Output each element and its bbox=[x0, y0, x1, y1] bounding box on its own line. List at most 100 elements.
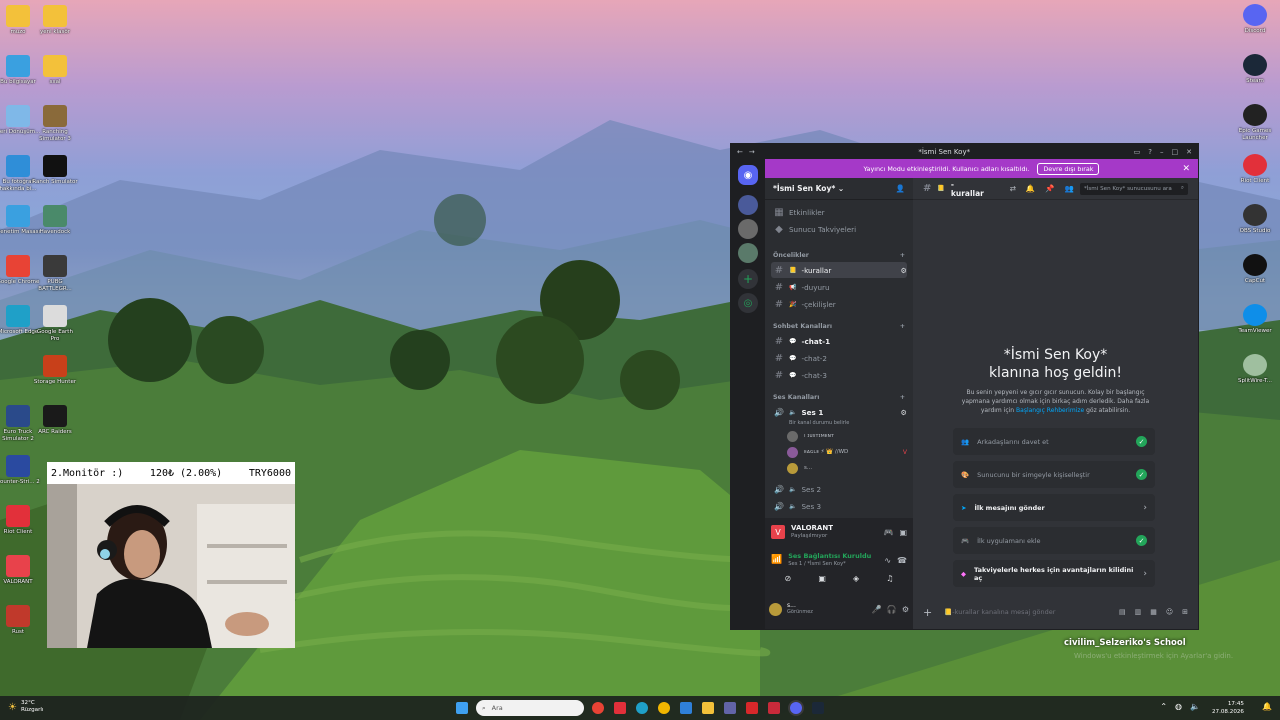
voice-user[interactable]: s... bbox=[787, 461, 907, 475]
gif-icon[interactable]: ▥ bbox=[1135, 608, 1142, 616]
desktop-icon[interactable]: Rust bbox=[0, 605, 41, 636]
microphone-icon[interactable]: 🎤 bbox=[872, 605, 882, 614]
app-icon[interactable] bbox=[746, 702, 758, 714]
activities-icon[interactable]: ◈ bbox=[853, 574, 859, 583]
add-channel-icon[interactable]: + bbox=[900, 323, 905, 330]
gift-icon[interactable]: ▤ bbox=[1119, 608, 1126, 616]
valorant-icon[interactable] bbox=[768, 702, 780, 714]
add-channel-icon[interactable]: + bbox=[900, 252, 905, 259]
desktop-icon[interactable]: Counter-Stri... 2 bbox=[0, 455, 41, 486]
server-header[interactable]: *İsmi Sen Koy* ⌄ 👤 bbox=[765, 178, 913, 200]
add-server-icon[interactable]: + bbox=[738, 269, 758, 289]
screen-share-icon[interactable]: ▣ bbox=[818, 574, 826, 583]
windows-start-icon[interactable] bbox=[456, 702, 468, 714]
soundboard-icon[interactable]: ♫ bbox=[886, 574, 893, 583]
inbox-icon[interactable]: ▭ bbox=[1134, 148, 1141, 156]
file-explorer-icon[interactable] bbox=[702, 702, 714, 714]
channel-chat-1[interactable]: # 💬 -chat-1 bbox=[771, 333, 907, 349]
close-button[interactable]: ✕ bbox=[1186, 148, 1192, 156]
add-channel-icon[interactable]: + bbox=[900, 394, 905, 401]
search-input[interactable]: *İsmi Sen Koy* sunucusunu ara ⌕ bbox=[1079, 182, 1188, 195]
message-input[interactable]: 📒-kurallar kanalına mesaj gönder bbox=[944, 608, 1055, 616]
user-panel[interactable]: s... Görünmez 🎤 🎧 ⚙ bbox=[769, 602, 909, 616]
noise-suppression-icon[interactable]: ∿ bbox=[884, 556, 891, 565]
desktop-icon[interactable]: sxal bbox=[32, 55, 78, 86]
chrome-icon[interactable] bbox=[658, 702, 670, 714]
desktop-icon[interactable]: SplitWire-T... bbox=[1232, 354, 1278, 385]
channel-chat-2[interactable]: # 💬 -chat-2 bbox=[771, 350, 907, 366]
task-invite-friends[interactable]: 👥 Arkadaşlarını davet et ✓ bbox=[953, 428, 1155, 455]
edge-icon[interactable] bbox=[636, 702, 648, 714]
teams-icon[interactable] bbox=[724, 702, 736, 714]
task-boost[interactable]: ◆ Takviyelerle herkes için avantajların … bbox=[953, 560, 1155, 587]
server-icon[interactable] bbox=[738, 243, 758, 263]
system-clock[interactable]: 17:45 27.08.2026 bbox=[1212, 700, 1244, 716]
chevron-up-icon[interactable]: ⌃ bbox=[1160, 702, 1167, 711]
sticker-icon[interactable]: ▦ bbox=[1150, 608, 1157, 616]
desktop-icon[interactable]: Steam bbox=[1232, 54, 1278, 85]
help-icon[interactable]: ? bbox=[1148, 148, 1152, 156]
headphones-icon[interactable]: 🎧 bbox=[887, 605, 897, 614]
task-first-app[interactable]: 🎮 İlk uygulamanı ekle ✓ bbox=[953, 527, 1155, 554]
voice-connection-panel[interactable]: 📶 Ses Bağlantısı Kuruldu Ses 1 / *İsmi S… bbox=[771, 552, 907, 568]
gamepad-icon[interactable]: 🎮 bbox=[883, 528, 893, 537]
voice-channel-ses-1[interactable]: 🔊 🔈 Ses 1 ⚙ bbox=[771, 404, 907, 420]
desktop-icon[interactable]: OBS Studio bbox=[1232, 204, 1278, 235]
desktop-icon[interactable]: Discord bbox=[1232, 4, 1278, 35]
threads-icon[interactable]: ⇄ bbox=[1010, 184, 1016, 193]
desktop-icon[interactable]: Storage Hunter bbox=[32, 355, 78, 386]
desktop-icon[interactable]: Havendock bbox=[32, 205, 78, 236]
channel-cekilisler[interactable]: # 🎉 -çekilişler bbox=[771, 296, 907, 312]
server-boosts-item[interactable]: ◆ Sunucu Takviyeleri bbox=[771, 221, 907, 237]
desktop-icon[interactable]: ARC Raiders bbox=[32, 405, 78, 436]
desktop-icon[interactable]: Ranching Simulator 3 bbox=[32, 105, 78, 142]
gear-icon[interactable]: ⚙ bbox=[902, 605, 909, 614]
channel-chat-3[interactable]: # 💬 -chat-3 bbox=[771, 367, 907, 383]
discord-home-icon[interactable]: ◉ bbox=[738, 165, 758, 185]
message-composer[interactable]: + 📒-kurallar kanalına mesaj gönder ▤ ▥ ▦… bbox=[923, 601, 1188, 623]
members-icon[interactable]: 👥 bbox=[1065, 184, 1074, 193]
desktop-icon[interactable]: Riot Client bbox=[0, 505, 41, 536]
desktop-icon[interactable]: VALORANT bbox=[0, 555, 41, 586]
channel-status-hint[interactable]: Bir kanal durumu belirle bbox=[789, 420, 849, 426]
explore-icon[interactable]: ◎ bbox=[738, 293, 758, 313]
weather-widget[interactable]: ☀ 32°C Rüzgarlı bbox=[8, 700, 43, 714]
minimize-button[interactable]: – bbox=[1160, 148, 1164, 156]
channel-settings-icon[interactable]: ⚙ bbox=[901, 408, 907, 417]
desktop-icon[interactable]: Epic Games Launcher bbox=[1232, 104, 1278, 141]
desktop-icon[interactable]: Ranch Simulator bbox=[32, 155, 78, 186]
back-arrow-icon[interactable]: ← bbox=[737, 148, 743, 156]
server-icon[interactable] bbox=[738, 195, 758, 215]
invite-people-icon[interactable]: 👤 bbox=[896, 184, 905, 193]
disconnect-icon[interactable]: ☎ bbox=[897, 556, 907, 565]
pin-icon[interactable]: 📌 bbox=[1045, 184, 1054, 193]
notification-icon[interactable]: 🔔 bbox=[1262, 702, 1272, 711]
category-sohbet[interactable]: Sohbet Kanalları + bbox=[773, 323, 905, 330]
network-icon[interactable]: ◍ bbox=[1175, 702, 1182, 711]
task-personalize-icon[interactable]: 🎨 Sunucunu bir simgeyle kişiselleştir ✓ bbox=[953, 461, 1155, 488]
discord-icon[interactable] bbox=[790, 702, 802, 714]
desktop-icon[interactable]: Google Earth Pro bbox=[32, 305, 78, 342]
desktop-icon[interactable]: CapCut bbox=[1232, 254, 1278, 285]
steam-icon[interactable] bbox=[812, 702, 824, 714]
voice-channel-ses-2[interactable]: 🔊 🔈 Ses 2 bbox=[771, 481, 907, 497]
store-icon[interactable] bbox=[680, 702, 692, 714]
disable-streamer-mode-button[interactable]: Devre dışı bırak bbox=[1037, 162, 1100, 175]
category-ses[interactable]: Ses Kanalları + bbox=[773, 394, 905, 401]
close-icon[interactable]: ✕ bbox=[1182, 164, 1190, 174]
apps-icon[interactable]: ⊞ bbox=[1182, 608, 1188, 616]
voice-channel-ses-3[interactable]: 🔊 🔈 Ses 3 bbox=[771, 498, 907, 514]
maximize-button[interactable]: □ bbox=[1172, 148, 1179, 156]
voice-user[interactable]: ı ɪᴜsᴛɪᴍᴇɴᴛ bbox=[787, 429, 907, 443]
activity-panel[interactable]: V VALORANT Paylaşılmıyor 🎮 ▣ bbox=[771, 524, 907, 540]
chrome-icon[interactable] bbox=[592, 702, 604, 714]
forward-arrow-icon[interactable]: → bbox=[749, 148, 755, 156]
channel-duyuru[interactable]: # 📢 -duyuru bbox=[771, 279, 907, 295]
desktop-icon[interactable]: TeamViewer bbox=[1232, 304, 1278, 335]
beginner-guide-link[interactable]: Başlangıç Rehberimize bbox=[1016, 407, 1084, 414]
volume-icon[interactable]: 🔈 bbox=[1190, 702, 1200, 711]
add-attachment-icon[interactable]: + bbox=[923, 606, 932, 619]
desktop-icon[interactable]: PUBG BATTLEGR... bbox=[32, 255, 78, 292]
desktop-icon[interactable]: yeni klasör bbox=[32, 5, 78, 36]
taskbar-search[interactable]: ⌕ Ara bbox=[476, 700, 584, 716]
